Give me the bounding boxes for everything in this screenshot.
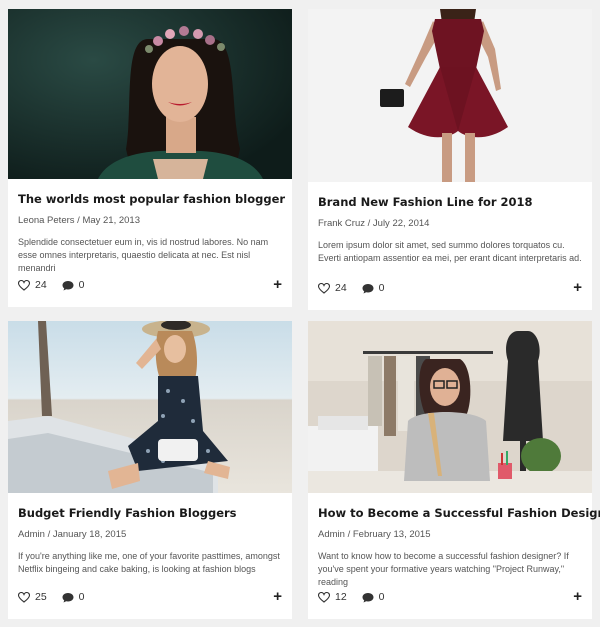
card-title[interactable]: The worlds most popular fashion blogger (18, 179, 285, 206)
likes-stat[interactable]: 12 (318, 591, 347, 603)
heart-icon (18, 279, 30, 291)
card-excerpt: Lorem ipsum dolor sit amet, sed summo do… (318, 240, 582, 263)
comment-icon (362, 592, 374, 602)
card-author[interactable]: Admin (18, 529, 45, 540)
more-button[interactable]: + (273, 589, 282, 604)
card-footer: 24 0 + (318, 280, 582, 296)
comments-count: 0 (378, 591, 385, 603)
blog-card: Budget Friendly Fashion Bloggers Admin /… (8, 321, 292, 619)
card-date: July 22, 2014 (372, 218, 430, 229)
blog-card: How to Become a Successful Fashion Desig… (308, 321, 600, 619)
comment-icon (62, 280, 74, 290)
card-date: January 18, 2015 (52, 529, 127, 540)
comments-stat[interactable]: 0 (362, 591, 385, 603)
card-image[interactable] (8, 321, 292, 493)
card-author[interactable]: Frank Cruz (318, 218, 365, 229)
comments-count: 0 (78, 279, 85, 291)
likes-stat[interactable]: 24 (318, 282, 347, 294)
card-date: May 21, 2013 (82, 215, 141, 226)
comments-stat[interactable]: 0 (62, 591, 85, 603)
likes-stat[interactable]: 25 (18, 591, 47, 603)
comments-count: 0 (78, 591, 85, 603)
meta-separator: / (367, 218, 371, 229)
comment-icon (362, 283, 374, 293)
likes-count: 24 (335, 282, 347, 294)
red-dress-model-photo (308, 9, 592, 182)
heart-icon (318, 282, 330, 294)
card-footer: 25 0 + (18, 589, 282, 605)
card-title[interactable]: Brand New Fashion Line for 2018 (318, 182, 582, 209)
meta-separator: / (77, 215, 80, 226)
meta-separator: / (47, 529, 51, 540)
card-image[interactable] (308, 9, 592, 182)
comments-count: 0 (378, 282, 385, 294)
card-image[interactable] (308, 321, 592, 493)
card-excerpt: If you're anything like me, one of your … (18, 551, 280, 574)
comments-stat[interactable]: 0 (62, 279, 85, 291)
card-meta: Leona Peters / May 21, 2013 (18, 215, 282, 227)
woman-flower-crown-photo (8, 9, 292, 179)
card-author[interactable]: Leona Peters (18, 215, 75, 226)
card-footer: 24 0 + (18, 277, 282, 293)
heart-icon (18, 591, 30, 603)
card-author[interactable]: Admin (318, 529, 345, 540)
likes-count: 12 (335, 591, 347, 603)
card-footer: 12 0 + (318, 589, 582, 605)
card-meta: Admin / February 13, 2015 (318, 529, 582, 541)
likes-count: 24 (35, 279, 47, 291)
more-button[interactable]: + (573, 589, 582, 604)
card-meta: Frank Cruz / July 22, 2014 (318, 218, 582, 230)
likes-stat[interactable]: 24 (18, 279, 47, 291)
meta-separator: / (347, 529, 351, 540)
likes-count: 25 (35, 591, 47, 603)
card-title[interactable]: Budget Friendly Fashion Bloggers (18, 493, 282, 520)
more-button[interactable]: + (273, 277, 282, 292)
comments-stat[interactable]: 0 (362, 282, 385, 294)
blog-card: Brand New Fashion Line for 2018 Frank Cr… (308, 9, 592, 310)
card-excerpt: Splendide consectetuer eum in, vis id no… (18, 237, 269, 273)
beach-hat-model-photo (8, 321, 292, 493)
designer-studio-photo (308, 321, 592, 493)
card-title[interactable]: How to Become a Successful Fashion Desig… (318, 493, 600, 520)
card-meta: Admin / January 18, 2015 (18, 529, 282, 541)
card-excerpt: Want to know how to become a successful … (318, 551, 569, 587)
card-date: February 13, 2015 (352, 529, 431, 540)
card-image[interactable] (8, 9, 292, 179)
blog-card: The worlds most popular fashion blogger … (8, 9, 292, 307)
heart-icon (318, 591, 330, 603)
more-button[interactable]: + (573, 280, 582, 295)
comment-icon (62, 592, 74, 602)
